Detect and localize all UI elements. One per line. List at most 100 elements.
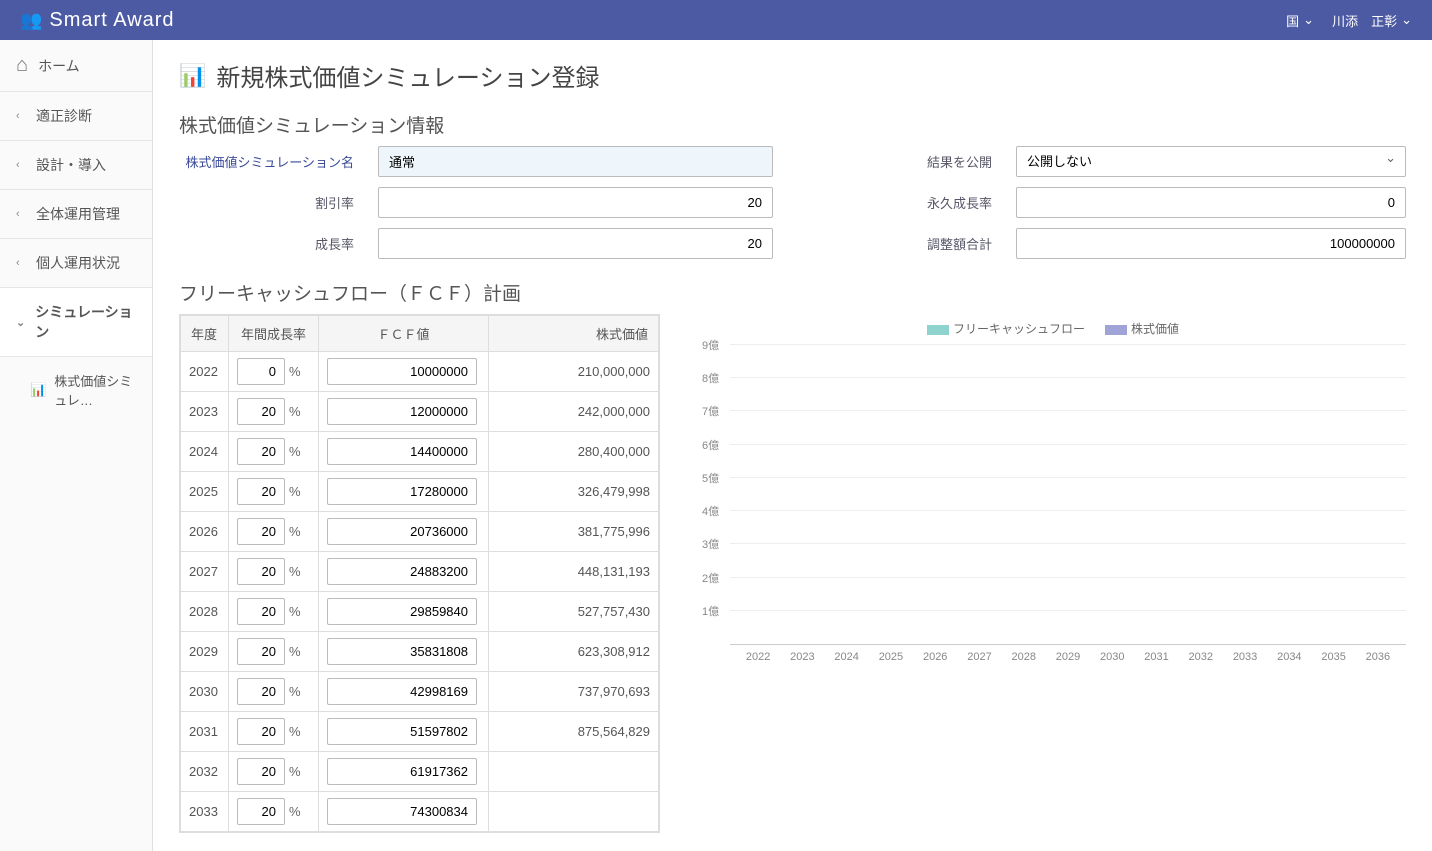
chart-xaxis: 2022202320242025202620272028202920302031… [730, 645, 1406, 663]
y-tick-label: 7億 [702, 403, 719, 419]
chevron-left-icon: ‹ [16, 208, 26, 220]
y-tick-label: 1億 [702, 603, 719, 619]
publish-select[interactable]: 公開しない [1016, 146, 1406, 177]
cell-val: 242,000,000 [489, 392, 659, 432]
fcf-input[interactable] [327, 558, 477, 585]
fcf-input[interactable] [327, 678, 477, 705]
growth-input[interactable] [237, 438, 285, 465]
percent-label: % [289, 644, 301, 659]
sidebar-item-label: 適正診断 [36, 106, 92, 126]
x-tick-label: 2027 [957, 651, 1001, 663]
fcf-input[interactable] [327, 598, 477, 625]
cell-fcf [319, 512, 489, 552]
sim-name-input[interactable] [378, 146, 773, 177]
growth-input[interactable] [237, 798, 285, 825]
fcf-input[interactable] [327, 398, 477, 425]
adjustment-input[interactable] [1016, 228, 1406, 259]
sidebar-item-diagnosis[interactable]: ‹ 適正診断 [0, 92, 152, 141]
percent-label: % [289, 724, 301, 739]
form-label-publish: 結果を公開 [797, 152, 992, 171]
growth-input[interactable] [237, 758, 285, 785]
x-tick-label: 2026 [913, 651, 957, 663]
chart-plot: 1億2億3億4億5億6億7億8億9億 [730, 345, 1406, 645]
user-menu[interactable]: 川添 正彰 ⌄ [1332, 11, 1412, 30]
fcf-input[interactable] [327, 638, 477, 665]
chevron-left-icon: ‹ [16, 159, 26, 171]
x-tick-label: 2028 [1002, 651, 1046, 663]
fcf-input[interactable] [327, 518, 477, 545]
cell-year: 2030 [181, 672, 229, 712]
percent-label: % [289, 364, 301, 379]
table-row: 2024%280,400,000 [181, 432, 659, 472]
table-row: 2033% [181, 792, 659, 832]
chevron-down-icon: ⌄ [16, 316, 25, 329]
cell-year: 2024 [181, 432, 229, 472]
table-row: 2031%875,564,829 [181, 712, 659, 752]
chart-bar-icon: 📊 [179, 63, 206, 89]
cell-growth: % [229, 352, 319, 392]
x-tick-label: 2036 [1356, 651, 1400, 663]
x-tick-label: 2024 [825, 651, 869, 663]
form-label-perpetual: 永久成長率 [797, 193, 992, 212]
growth-input[interactable] [237, 518, 285, 545]
growth-input[interactable] [237, 558, 285, 585]
cell-year: 2023 [181, 392, 229, 432]
y-tick-label: 6億 [702, 437, 719, 453]
org-selector-label: 国 [1286, 11, 1299, 30]
fcf-input[interactable] [327, 718, 477, 745]
chevron-left-icon: ‹ [16, 257, 26, 269]
table-row: 2025%326,479,998 [181, 472, 659, 512]
fcf-input[interactable] [327, 358, 477, 385]
cell-growth: % [229, 752, 319, 792]
sidebar-item-operations[interactable]: ‹ 全体運用管理 [0, 190, 152, 239]
growth-input[interactable] [237, 478, 285, 505]
discount-input[interactable] [378, 187, 773, 218]
sidebar-item-simulation[interactable]: ⌄ シミュレーション [0, 288, 152, 357]
fcf-input[interactable] [327, 798, 477, 825]
growth-input[interactable] [237, 398, 285, 425]
sidebar-item-label: 個人運用状況 [36, 253, 120, 273]
growth-input[interactable] [237, 638, 285, 665]
sidebar-item-design[interactable]: ‹ 設計・導入 [0, 141, 152, 190]
th-growth: 年間成長率 [229, 316, 319, 352]
x-tick-label: 2030 [1090, 651, 1134, 663]
form-label-growth: 成長率 [179, 234, 354, 253]
fcf-input[interactable] [327, 758, 477, 785]
form-label-sim-name: 株式価値シミュレーション名 [179, 152, 354, 171]
cell-fcf [319, 392, 489, 432]
cell-fcf [319, 552, 489, 592]
y-tick-label: 2億 [702, 570, 719, 586]
cell-fcf [319, 592, 489, 632]
sidebar-sub-stock-sim[interactable]: 📊 株式価値シミュレ… [0, 357, 152, 423]
x-tick-label: 2023 [780, 651, 824, 663]
x-tick-label: 2022 [736, 651, 780, 663]
y-tick-label: 5億 [702, 470, 719, 486]
cell-val: 210,000,000 [489, 352, 659, 392]
growth-input[interactable] [237, 358, 285, 385]
table-row: 2027%448,131,193 [181, 552, 659, 592]
page-title: 新規株式価値シミュレーション登録 [216, 58, 599, 93]
org-selector[interactable]: 国 ⌄ [1286, 11, 1314, 30]
sidebar-home[interactable]: ⌂ ホーム [0, 40, 152, 92]
chevron-left-icon: ‹ [16, 110, 26, 122]
fcf-input[interactable] [327, 438, 477, 465]
cell-fcf [319, 672, 489, 712]
brand-people-icon: 👥 [20, 10, 43, 31]
fcf-input[interactable] [327, 478, 477, 505]
perpetual-input[interactable] [1016, 187, 1406, 218]
cell-val: 326,479,998 [489, 472, 659, 512]
cell-year: 2026 [181, 512, 229, 552]
cell-val: 737,970,693 [489, 672, 659, 712]
growth-input[interactable] [237, 718, 285, 745]
growth-input[interactable] [237, 598, 285, 625]
growth-input[interactable] [378, 228, 773, 259]
cell-growth: % [229, 392, 319, 432]
sidebar-item-personal[interactable]: ‹ 個人運用状況 [0, 239, 152, 288]
cell-val: 527,757,430 [489, 592, 659, 632]
percent-label: % [289, 684, 301, 699]
th-fcf: ＦＣＦ値 [319, 316, 489, 352]
cell-val [489, 752, 659, 792]
growth-input[interactable] [237, 678, 285, 705]
sidebar-sub-label: 株式価値シミュレ… [54, 371, 136, 409]
cell-val: 448,131,193 [489, 552, 659, 592]
